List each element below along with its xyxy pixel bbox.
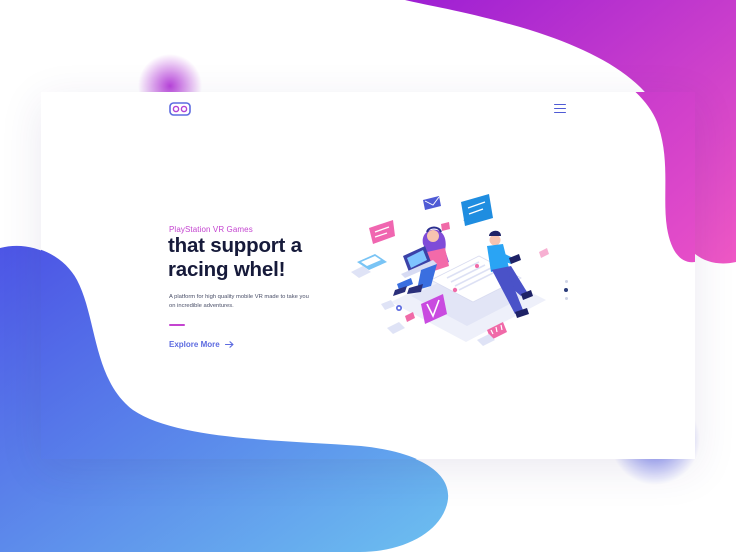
headline-line-2: racing whel! — [168, 258, 286, 281]
pagination-dot[interactable] — [564, 280, 568, 283]
menu-line — [554, 111, 566, 114]
description-line-1: A platform for high quality mobile VR ma… — [169, 294, 309, 300]
explore-more-label: Explore More — [169, 340, 220, 349]
pagination-dot-active[interactable] — [564, 288, 568, 292]
menu-line — [554, 104, 566, 106]
hamburger-menu-icon[interactable] — [554, 104, 566, 114]
hero-description: A platform for high quality mobile VR ma… — [169, 293, 319, 311]
hero-headline: that support a racing whel! — [168, 234, 368, 282]
vr-headset-icon[interactable] — [169, 102, 191, 116]
arrow-right-icon — [224, 341, 234, 348]
pagination-dots — [563, 280, 569, 304]
description-line-2: on incredible adventures. — [169, 303, 234, 309]
headline-line-1: that support a — [168, 234, 302, 257]
hero-eyebrow: PlayStation VR Games — [169, 225, 253, 234]
accent-divider — [169, 324, 185, 326]
menu-line — [554, 107, 566, 110]
pagination-dot[interactable] — [564, 297, 568, 300]
isometric-people-with-devices-illustration — [351, 194, 549, 346]
explore-more-link[interactable]: Explore More — [169, 340, 234, 349]
landing-card: PlayStation VR Games that support a raci… — [41, 92, 695, 459]
